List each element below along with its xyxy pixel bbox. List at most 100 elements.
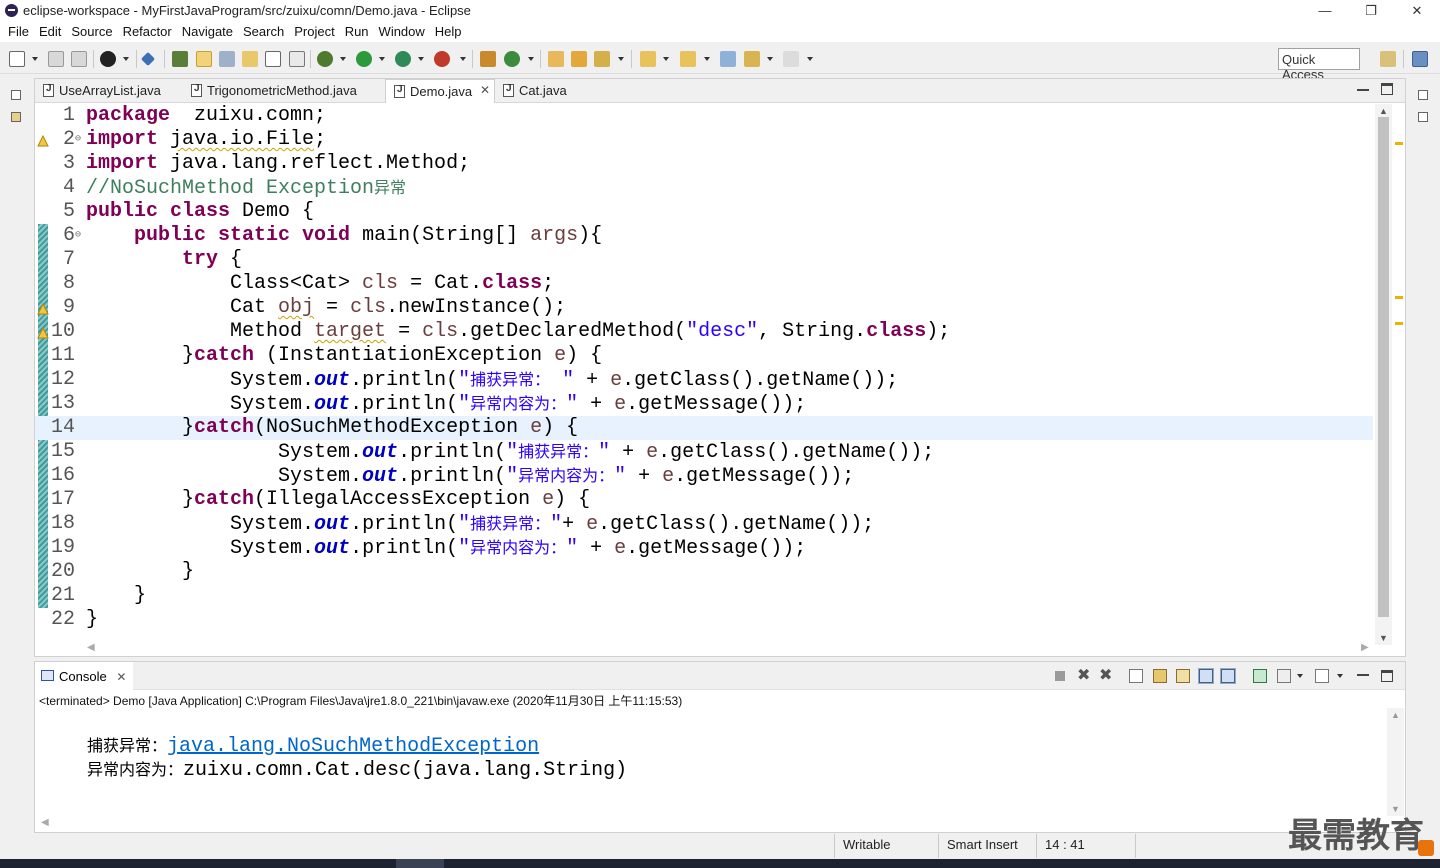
new-dropdown-icon[interactable]	[32, 57, 38, 61]
editor-vertical-scrollbar[interactable]: ▲ ▼	[1375, 104, 1392, 645]
close-console-icon[interactable]: ✕	[116, 670, 126, 684]
restore-button[interactable]: ❐	[1348, 0, 1394, 22]
search-menu-dropdown-icon[interactable]	[618, 57, 624, 61]
menu-edit[interactable]: Edit	[31, 22, 61, 42]
console-scroll-up-icon[interactable]: ▲	[1391, 710, 1400, 720]
search-dropdown-icon[interactable]	[594, 51, 610, 67]
debug-icon[interactable]	[317, 51, 333, 67]
fold-toggle-icon[interactable]: ⊖	[75, 231, 81, 241]
code-line[interactable]: 22}	[35, 608, 1373, 632]
open-console-dropdown-icon[interactable]	[1337, 674, 1343, 678]
code-line[interactable]: 9 Cat obj = cls.newInstance();	[35, 296, 1373, 320]
code-line[interactable]: 4 //NoSuchMethod Exception异常	[35, 176, 1373, 200]
minimize-console-icon[interactable]	[1357, 674, 1369, 676]
toggle-view-icon[interactable]	[289, 51, 305, 67]
run-dropdown-icon[interactable]	[379, 57, 385, 61]
word-wrap-icon[interactable]	[219, 51, 235, 67]
minimize-view-icon[interactable]	[1357, 89, 1369, 91]
scroll-down-icon[interactable]: ▼	[1379, 633, 1388, 643]
java-perspective-icon[interactable]	[1412, 51, 1428, 67]
back-icon[interactable]	[744, 51, 760, 67]
code-line[interactable]: 6 ⊖ public static void main(String[] args…	[35, 224, 1373, 248]
menu-search[interactable]: Search	[235, 22, 284, 42]
open-perspective-icon[interactable]	[1380, 51, 1396, 67]
menu-navigate[interactable]: Navigate	[174, 22, 233, 42]
scroll-lock-icon[interactable]	[1153, 669, 1167, 683]
remove-all-icon[interactable]: ✖	[1099, 668, 1113, 684]
code-line[interactable]: 20 }	[35, 560, 1373, 584]
open-console-icon[interactable]	[1315, 669, 1329, 683]
code-line[interactable]: 16 System.out.println("异常内容为：" + e.getMe…	[35, 464, 1373, 488]
menu-help[interactable]: Help	[427, 22, 462, 42]
console-scroll-left-icon[interactable]: ◀	[41, 817, 49, 828]
close-tab-icon[interactable]: ✕	[480, 83, 490, 97]
new-java-class-icon[interactable]	[504, 51, 520, 67]
block-selection-icon[interactable]	[242, 51, 258, 67]
tab-usearraylist[interactable]: UseArrayList.java	[35, 79, 183, 103]
scroll-left-icon[interactable]: ◀	[87, 642, 95, 653]
coverage-dropdown-icon[interactable]	[418, 57, 424, 61]
menu-run[interactable]: Run	[337, 22, 369, 42]
forward-dropdown-icon[interactable]	[807, 57, 813, 61]
code-line[interactable]: 19 System.out.println("异常内容为：" + e.getMe…	[35, 536, 1373, 560]
menu-refactor[interactable]: Refactor	[115, 22, 172, 42]
code-line[interactable]: 2 ⊖ import java.io.File;	[35, 128, 1373, 152]
code-line[interactable]: 3 import java.lang.reflect.Method;	[35, 152, 1373, 176]
show-stderr-icon[interactable]	[1220, 668, 1236, 684]
previous-annotation-icon[interactable]	[680, 51, 696, 67]
menu-window[interactable]: Window	[371, 22, 425, 42]
code-line[interactable]: 5 public class Demo {	[35, 200, 1373, 224]
code-line[interactable]: 11 }catch (InstantiationException e) {	[35, 344, 1373, 368]
remove-launch-icon[interactable]: ✖	[1077, 668, 1091, 684]
code-line[interactable]: 17 }catch(IllegalAccessException e) {	[35, 488, 1373, 512]
fold-toggle-icon[interactable]: ⊖	[75, 135, 81, 145]
scroll-up-icon[interactable]: ▲	[1379, 106, 1388, 116]
external-tools-icon[interactable]	[434, 51, 450, 67]
open-type-icon[interactable]	[548, 51, 564, 67]
console-vertical-scrollbar[interactable]: ▲ ▼	[1387, 708, 1404, 816]
new-icon[interactable]	[9, 51, 25, 67]
last-edit-location-icon[interactable]	[720, 51, 736, 67]
code-line[interactable]: 8 Class<Cat> cls = Cat.class;	[35, 272, 1373, 296]
code-line[interactable]: 12 System.out.println("捕获异常： " + e.getCl…	[35, 368, 1373, 392]
terminate-icon[interactable]	[1055, 671, 1065, 681]
code-line[interactable]: 21 }	[35, 584, 1373, 608]
menu-file[interactable]: File	[0, 22, 29, 42]
code-line[interactable]: 13 System.out.println("异常内容为：" + e.getMe…	[35, 392, 1373, 416]
save-icon[interactable]	[48, 51, 64, 67]
close-window-button[interactable]: ✕	[1394, 0, 1440, 22]
debug-dropdown-icon[interactable]	[340, 57, 346, 61]
tab-console[interactable]: Console ✕	[35, 662, 133, 690]
menu-source[interactable]: Source	[63, 22, 112, 42]
coverage-icon[interactable]	[395, 51, 411, 67]
display-console-dropdown-icon[interactable]	[1297, 674, 1303, 678]
next-annotation-icon[interactable]	[640, 51, 656, 67]
code-editor[interactable]: 1 package zuixu.comn; 2 ⊖ import java.io.Fil…	[35, 104, 1375, 644]
package-explorer-icon[interactable]	[11, 112, 21, 122]
profile-icon[interactable]	[100, 51, 116, 67]
tab-demo[interactable]: Demo.java ✕	[385, 79, 495, 103]
scroll-thumb[interactable]	[1378, 117, 1389, 617]
tab-cat[interactable]: Cat.java	[495, 79, 595, 103]
next-annotation-dropdown-icon[interactable]	[663, 57, 669, 61]
editor-horizontal-scrollbar[interactable]: ◀ ▶	[35, 642, 1375, 656]
mark-occurrences-icon[interactable]	[196, 51, 212, 67]
new-class-dropdown-icon[interactable]	[528, 57, 534, 61]
forward-icon[interactable]	[783, 51, 799, 67]
code-line[interactable]: 14 }catch(NoSuchMethodException e) {	[35, 416, 1373, 440]
external-tools-dropdown-icon[interactable]	[460, 57, 466, 61]
quick-access-input[interactable]: Quick Access	[1278, 48, 1360, 82]
code-line[interactable]: 15 System.out.println("捕获异常：" + e.getCla…	[35, 440, 1373, 464]
scroll-right-icon[interactable]: ▶	[1361, 642, 1369, 653]
run-icon[interactable]	[356, 51, 372, 67]
display-console-icon[interactable]	[1277, 669, 1291, 683]
clear-console-icon[interactable]	[1129, 669, 1143, 683]
save-all-icon[interactable]	[71, 51, 87, 67]
search-toolbar-icon[interactable]	[172, 51, 188, 67]
restore-view-icon[interactable]	[11, 90, 21, 100]
open-task-icon[interactable]	[571, 51, 587, 67]
show-stdout-icon[interactable]	[1198, 668, 1214, 684]
menu-project[interactable]: Project	[286, 22, 334, 42]
code-line[interactable]: 10 Method target = cls.getDeclaredMethod…	[35, 320, 1373, 344]
outline-icon[interactable]	[1418, 112, 1428, 122]
